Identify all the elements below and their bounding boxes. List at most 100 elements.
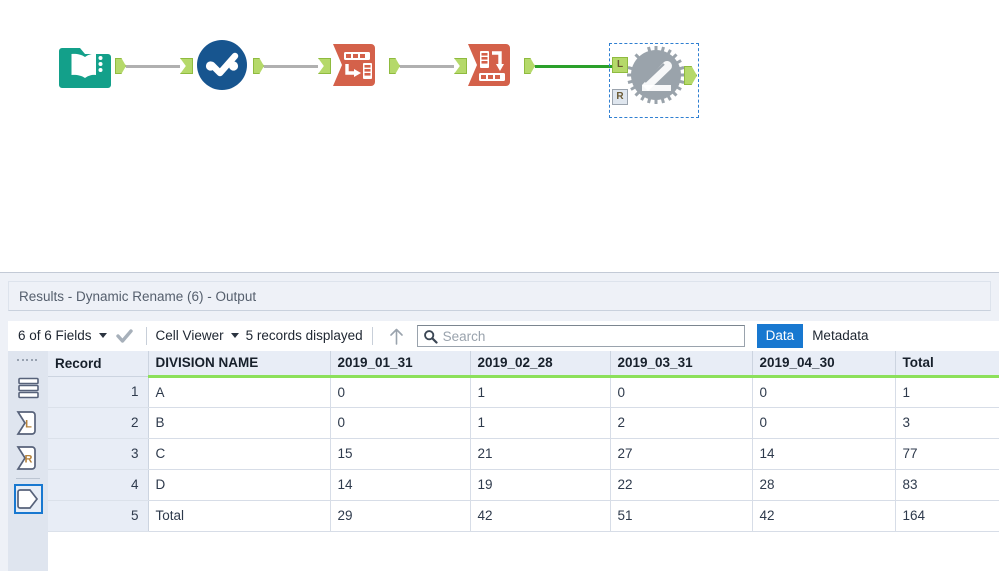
column-header-2019-01-31[interactable]: 2019_01_31 — [330, 351, 471, 378]
svg-text:L: L — [25, 419, 32, 431]
column-header-2019-03-31[interactable]: 2019_03_31 — [610, 351, 753, 378]
table-row[interactable]: 1 A 0 1 0 0 1 — [48, 376, 999, 408]
arrow-up-icon[interactable] — [388, 327, 405, 346]
cell-division-name[interactable]: B — [148, 407, 331, 439]
output-anchor-transpose[interactable] — [389, 58, 400, 74]
rail-output-icon[interactable] — [14, 484, 43, 514]
output-anchor-input-data[interactable] — [115, 58, 126, 74]
cell-total[interactable]: 77 — [895, 438, 999, 470]
search-icon — [423, 329, 438, 344]
toolbar-divider-1 — [145, 327, 147, 345]
table-row[interactable]: 3 C 15 21 27 14 77 — [48, 438, 999, 470]
results-rail: L R — [8, 351, 48, 571]
cell-division-name[interactable]: A — [148, 376, 331, 408]
workflow-canvas[interactable]: L R — [0, 0, 999, 272]
cell-total[interactable]: 164 — [895, 500, 999, 532]
cell-2019-02-28[interactable]: 1 — [470, 407, 611, 439]
cell-division-name[interactable]: D — [148, 469, 331, 501]
cell-2019-03-31[interactable]: 22 — [610, 469, 753, 501]
table-row[interactable]: 4 D 14 19 22 28 83 — [48, 469, 999, 501]
cell-2019-02-28[interactable]: 42 — [470, 500, 611, 532]
cell-2019-01-31[interactable]: 0 — [330, 407, 471, 439]
cell-2019-04-30[interactable]: 0 — [752, 407, 896, 439]
results-grid[interactable]: Record DIVISION NAME 2019_01_31 2019_02_… — [48, 351, 999, 571]
rail-divider — [16, 478, 40, 479]
cell-division-name[interactable]: C — [148, 438, 331, 470]
alteryx-window: L R Results - Dynamic Rename (6) - Outpu… — [0, 0, 999, 571]
cell-total[interactable]: 3 — [895, 407, 999, 439]
table-row[interactable]: 5 Total 29 42 51 42 164 — [48, 500, 999, 532]
cell-2019-04-30[interactable]: 0 — [752, 376, 896, 408]
node-transpose[interactable] — [331, 38, 385, 92]
search-box[interactable] — [416, 325, 745, 347]
cell-2019-03-31[interactable]: 27 — [610, 438, 753, 470]
cell-2019-01-31[interactable]: 29 — [330, 500, 471, 532]
cell-2019-01-31[interactable]: 15 — [330, 438, 471, 470]
results-title: Results - Dynamic Rename (6) - Output — [8, 281, 991, 311]
cell-record: 2 — [48, 407, 149, 439]
input-anchor-transpose[interactable] — [318, 58, 331, 74]
output-anchor-crosstab[interactable] — [524, 58, 535, 74]
rail-anchor-l-icon[interactable]: L — [14, 408, 43, 438]
results-toolbar: 6 of 6 Fields Cell Viewer 5 records disp… — [8, 321, 999, 351]
anchor-r-icon: R — [16, 446, 36, 470]
column-header-total[interactable]: Total — [895, 351, 999, 378]
cell-2019-04-30[interactable]: 42 — [752, 500, 896, 532]
tab-data[interactable]: Data — [756, 324, 804, 348]
cell-2019-03-31[interactable]: 0 — [610, 376, 753, 408]
rail-anchor-r-icon[interactable]: R — [14, 443, 43, 473]
wire-crosstab-to-dynamic-rename[interactable] — [535, 65, 615, 68]
cell-2019-03-31[interactable]: 51 — [610, 500, 753, 532]
wire-select-to-transpose[interactable] — [264, 65, 318, 68]
toolbar-divider-2 — [371, 327, 373, 345]
output-anchor-icon — [17, 489, 39, 509]
column-header-division-name[interactable]: DIVISION NAME — [148, 351, 331, 378]
column-header-2019-04-30[interactable]: 2019_04_30 — [752, 351, 896, 378]
rail-grip-handle[interactable] — [17, 357, 41, 363]
anchor-l-icon: L — [16, 411, 36, 435]
cell-total[interactable]: 1 — [895, 376, 999, 408]
fields-count-label[interactable]: 6 of 6 Fields — [18, 321, 92, 351]
cell-2019-02-28[interactable]: 19 — [470, 469, 611, 501]
cell-2019-04-30[interactable]: 28 — [752, 469, 896, 501]
table-header-row: Record DIVISION NAME 2019_01_31 2019_02_… — [48, 351, 999, 378]
select-icon — [197, 40, 247, 90]
dynamic-rename-icon — [627, 46, 685, 104]
transpose-icon — [333, 44, 375, 86]
rail-records-icon[interactable] — [14, 373, 43, 403]
wire-input-to-select[interactable] — [126, 65, 180, 68]
cell-division-name[interactable]: Total — [148, 500, 331, 532]
cell-2019-01-31[interactable]: 0 — [330, 376, 471, 408]
column-header-2019-02-28[interactable]: 2019_02_28 — [470, 351, 611, 378]
node-dynamic-rename[interactable] — [626, 45, 686, 105]
search-input[interactable] — [442, 328, 733, 344]
input-anchor-select[interactable] — [180, 58, 193, 74]
cell-record: 5 — [48, 500, 149, 532]
cell-2019-02-28[interactable]: 1 — [470, 376, 611, 408]
results-table: Record DIVISION NAME 2019_01_31 2019_02_… — [48, 351, 999, 532]
table-body: 1 A 0 1 0 0 1 2 B 0 1 2 0 3 3 C 15 21 27… — [48, 376, 999, 532]
viewer-chevron-down-icon[interactable] — [230, 332, 239, 338]
node-input-data[interactable] — [58, 38, 112, 92]
cell-total[interactable]: 83 — [895, 469, 999, 501]
fields-chevron-down-icon[interactable] — [98, 332, 107, 338]
cell-2019-03-31[interactable]: 2 — [610, 407, 753, 439]
input-data-icon — [59, 48, 111, 88]
records-rows-icon — [18, 377, 39, 399]
tab-metadata[interactable]: Metadata — [803, 324, 878, 348]
results-panel: Results - Dynamic Rename (6) - Output 6 … — [0, 272, 999, 571]
cell-viewer-label[interactable]: Cell Viewer — [156, 321, 224, 351]
check-icon[interactable] — [115, 328, 133, 344]
wire-transpose-to-crosstab[interactable] — [400, 65, 454, 68]
node-cross-tab[interactable] — [466, 38, 520, 92]
cell-2019-04-30[interactable]: 14 — [752, 438, 896, 470]
cell-2019-02-28[interactable]: 21 — [470, 438, 611, 470]
column-header-record[interactable]: Record — [48, 351, 149, 377]
cross-tab-icon — [468, 44, 510, 86]
cell-2019-01-31[interactable]: 14 — [330, 469, 471, 501]
node-select[interactable] — [195, 38, 249, 92]
table-row[interactable]: 2 B 0 1 2 0 3 — [48, 407, 999, 439]
records-displayed-label: 5 records displayed — [245, 328, 363, 343]
output-anchor-select[interactable] — [253, 58, 264, 74]
svg-text:R: R — [25, 454, 33, 466]
